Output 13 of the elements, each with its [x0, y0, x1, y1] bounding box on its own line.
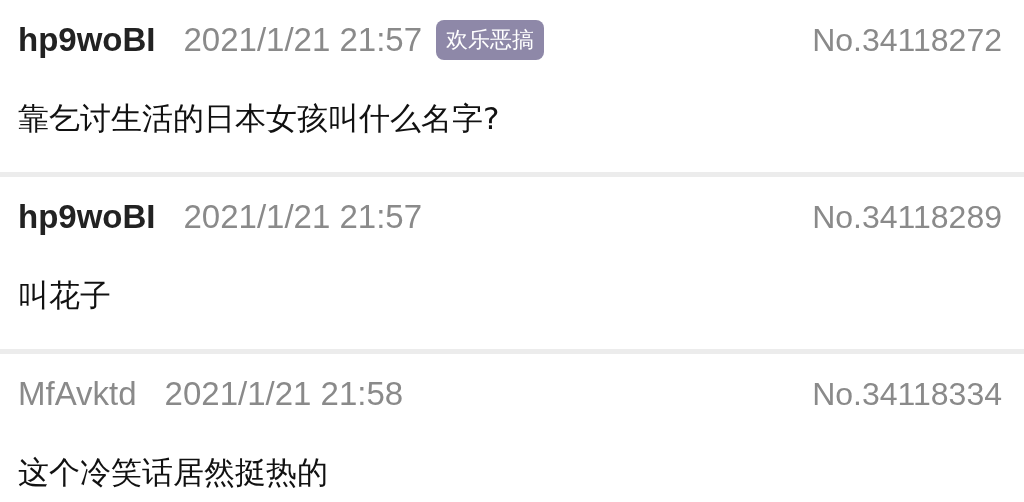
post-number: No.34118289 — [812, 198, 1002, 236]
user-id: hp9woBI — [18, 198, 156, 236]
user-id: MfAvktd — [18, 375, 137, 413]
post-number: No.34118334 — [812, 375, 1002, 413]
post-number: No.34118272 — [812, 21, 1002, 59]
post-text: 叫花子 — [18, 276, 112, 315]
post-time: 2021/1/21 21:57 — [183, 21, 423, 59]
post-text: 这个冷笑话居然挺热的 — [18, 453, 329, 492]
post-text: 靠乞讨生活的日本女孩叫什么名字? — [18, 99, 501, 138]
post-time: 2021/1/21 21:58 — [164, 375, 404, 413]
post-time: 2021/1/21 21:57 — [183, 198, 423, 236]
category-tag: 欢乐恶搞 — [436, 20, 545, 60]
user-id: hp9woBI — [18, 21, 156, 59]
